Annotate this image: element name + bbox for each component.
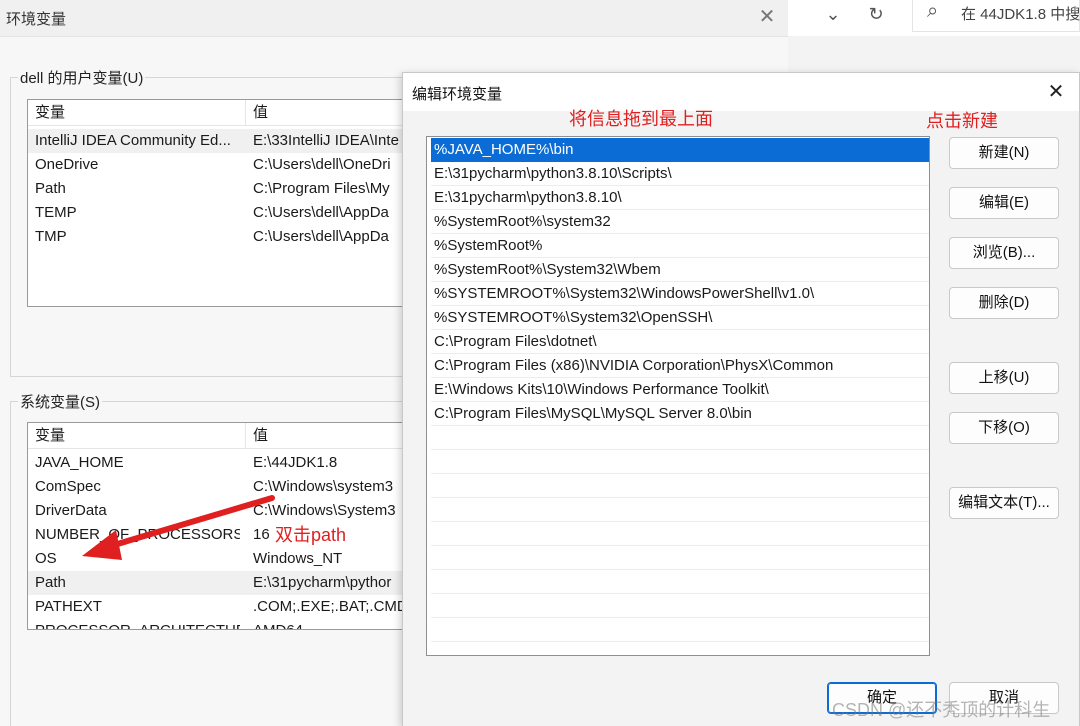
system-var-name: ComSpec — [35, 478, 101, 495]
user-var-value: C:\Program Files\My — [253, 180, 390, 197]
empty-list-row[interactable] — [431, 522, 929, 546]
system-var-name: NUMBER_OF_PROCESSORS — [35, 526, 240, 543]
system-var-value: .COM;.EXE;.BAT;.CMD — [253, 598, 407, 615]
system-variables-label: 系统变量(S) — [18, 391, 102, 412]
system-var-row[interactable]: JAVA_HOME E:\44JDK1.8 — [28, 451, 406, 475]
edit-button[interactable]: 编辑(E) — [949, 187, 1059, 219]
env-window-close-icon[interactable]: ✕ — [756, 6, 778, 28]
column-header-value[interactable]: 值 — [246, 100, 268, 126]
user-var-row[interactable]: Path C:\Program Files\My — [28, 177, 406, 201]
user-var-value: E:\33IntelliJ IDEA\Inte — [253, 132, 399, 149]
user-var-row[interactable]: OneDrive C:\Users\dell\OneDri — [28, 153, 406, 177]
annotation-click-new: 点击新建 — [926, 111, 998, 131]
refresh-icon[interactable]: ↻ — [861, 0, 891, 30]
user-variables-label: dell 的用户变量(U) — [18, 67, 146, 88]
system-var-value: E:\44JDK1.8 — [253, 454, 338, 471]
system-var-value: 16 — [253, 526, 270, 543]
user-var-value: C:\Users\dell\AppDa — [253, 228, 389, 245]
empty-list-row[interactable] — [431, 498, 929, 522]
chevron-down-icon[interactable]: ⌄ — [818, 0, 848, 30]
watermark: CSDN @还不秃顶的计科生 — [832, 700, 1051, 720]
system-var-name: DriverData — [35, 502, 107, 519]
path-list-item[interactable]: C:\Program Files (x86)\NVIDIA Corporatio… — [431, 354, 929, 378]
path-list-item[interactable]: C:\Program Files\MySQL\MySQL Server 8.0\… — [431, 402, 929, 426]
system-var-name: PROCESSOR_ARCHITECTURE — [35, 619, 240, 629]
annotation-double-click-path: 双击path — [275, 525, 347, 545]
path-list-item-selected[interactable]: %JAVA_HOME%\bin — [431, 138, 929, 162]
path-list-item[interactable]: %SystemRoot% — [431, 234, 929, 258]
edit-dialog-titlebar: 编辑环境变量 ✕ — [403, 73, 1079, 111]
column-header-variable[interactable]: 变量 — [28, 423, 65, 449]
system-var-name: PATHEXT — [35, 598, 102, 615]
system-var-row[interactable]: PROCESSOR_ARCHITECTURE AMD64 — [28, 619, 406, 629]
path-list-item[interactable]: %SYSTEMROOT%\System32\WindowsPowerShell\… — [431, 282, 929, 306]
path-list-item[interactable]: %SYSTEMROOT%\System32\OpenSSH\ — [431, 306, 929, 330]
path-list-item[interactable]: E:\Windows Kits\10\Windows Performance T… — [431, 378, 929, 402]
system-var-name: Path — [35, 574, 66, 591]
browser-search-box[interactable]: ⌕ 在 44JDK1.8 中搜 — [912, 0, 1080, 32]
move-up-button[interactable]: 上移(U) — [949, 362, 1059, 394]
empty-list-row[interactable] — [431, 618, 929, 642]
empty-list-row[interactable] — [431, 570, 929, 594]
user-variables-list[interactable]: 变量 值 IntelliJ IDEA Community Ed... E:\33… — [27, 99, 407, 307]
user-list-header: 变量 值 — [28, 100, 406, 126]
system-var-value: AMD64 — [253, 619, 406, 629]
system-var-row-path[interactable]: Path E:\31pycharm\pythor — [28, 571, 406, 595]
move-down-button[interactable]: 下移(O) — [949, 412, 1059, 444]
close-icon[interactable]: ✕ — [1043, 79, 1069, 105]
system-var-row[interactable]: PATHEXT .COM;.EXE;.BAT;.CMD — [28, 595, 406, 619]
empty-list-row[interactable] — [431, 594, 929, 618]
env-window-titlebar: 环境变量 ✕ — [0, 0, 788, 36]
user-var-value: C:\Users\dell\OneDri — [253, 156, 391, 173]
column-header-value[interactable]: 值 — [246, 423, 268, 449]
system-var-row[interactable]: ComSpec C:\Windows\system3 — [28, 475, 406, 499]
delete-button[interactable]: 删除(D) — [949, 287, 1059, 319]
empty-list-row[interactable] — [431, 474, 929, 498]
column-header-variable[interactable]: 变量 — [28, 100, 65, 126]
system-var-value: E:\31pycharm\pythor — [253, 574, 392, 591]
system-var-value: Windows_NT — [253, 550, 343, 567]
user-var-name: Path — [35, 180, 66, 197]
system-list-header: 变量 值 — [28, 423, 406, 449]
browse-button[interactable]: 浏览(B)... — [949, 237, 1059, 269]
system-variables-list[interactable]: 变量 值 JAVA_HOME E:\44JDK1.8 ComSpec C:\Wi… — [27, 422, 407, 630]
user-var-row[interactable]: IntelliJ IDEA Community Ed... E:\33Intel… — [28, 129, 406, 153]
user-var-value: C:\Users\dell\AppDa — [253, 204, 389, 221]
system-var-name: JAVA_HOME — [35, 454, 124, 471]
user-var-name: IntelliJ IDEA Community Ed... — [35, 132, 231, 149]
empty-list-row[interactable] — [431, 450, 929, 474]
search-icon: ⌕ — [927, 0, 939, 22]
system-var-row[interactable]: DriverData C:\Windows\System3 — [28, 499, 406, 523]
new-button[interactable]: 新建(N) — [949, 137, 1059, 169]
path-list-item[interactable]: E:\31pycharm\python3.8.10\ — [431, 186, 929, 210]
system-var-row[interactable]: OS Windows_NT — [28, 547, 406, 571]
path-list[interactable]: %JAVA_HOME%\bin E:\31pycharm\python3.8.1… — [426, 136, 930, 656]
path-list-item[interactable]: C:\Program Files\dotnet\ — [431, 330, 929, 354]
env-window-title: 环境变量 — [6, 11, 67, 28]
user-var-row[interactable]: TEMP C:\Users\dell\AppDa — [28, 201, 406, 225]
path-list-item[interactable]: %SystemRoot%\system32 — [431, 210, 929, 234]
edit-dialog-title: 编辑环境变量 — [412, 86, 503, 103]
edit-text-button[interactable]: 编辑文本(T)... — [949, 487, 1059, 519]
user-var-row[interactable]: TMP C:\Users\dell\AppDa — [28, 225, 406, 249]
path-list-item[interactable]: %SystemRoot%\System32\Wbem — [431, 258, 929, 282]
user-var-name: TMP — [35, 228, 67, 245]
edit-dialog-body: %JAVA_HOME%\bin E:\31pycharm\python3.8.1… — [403, 111, 1079, 726]
empty-list-row[interactable] — [431, 426, 929, 450]
system-var-row[interactable]: NUMBER_OF_PROCESSORS 16 — [28, 523, 406, 547]
annotation-drag-to-top: 将信息拖到最上面 — [569, 109, 713, 129]
empty-list-row[interactable] — [431, 546, 929, 570]
search-placeholder: 在 44JDK1.8 中搜 — [961, 6, 1080, 23]
user-var-name: OneDrive — [35, 156, 99, 173]
system-var-value: C:\Windows\system3 — [253, 478, 394, 495]
system-var-name: OS — [35, 550, 57, 567]
edit-env-dialog: 编辑环境变量 ✕ %JAVA_HOME%\bin E:\31pycharm\py… — [402, 72, 1080, 726]
path-list-item[interactable]: E:\31pycharm\python3.8.10\Scripts\ — [431, 162, 929, 186]
system-var-value: C:\Windows\System3 — [253, 502, 396, 519]
user-var-name: TEMP — [35, 204, 77, 221]
